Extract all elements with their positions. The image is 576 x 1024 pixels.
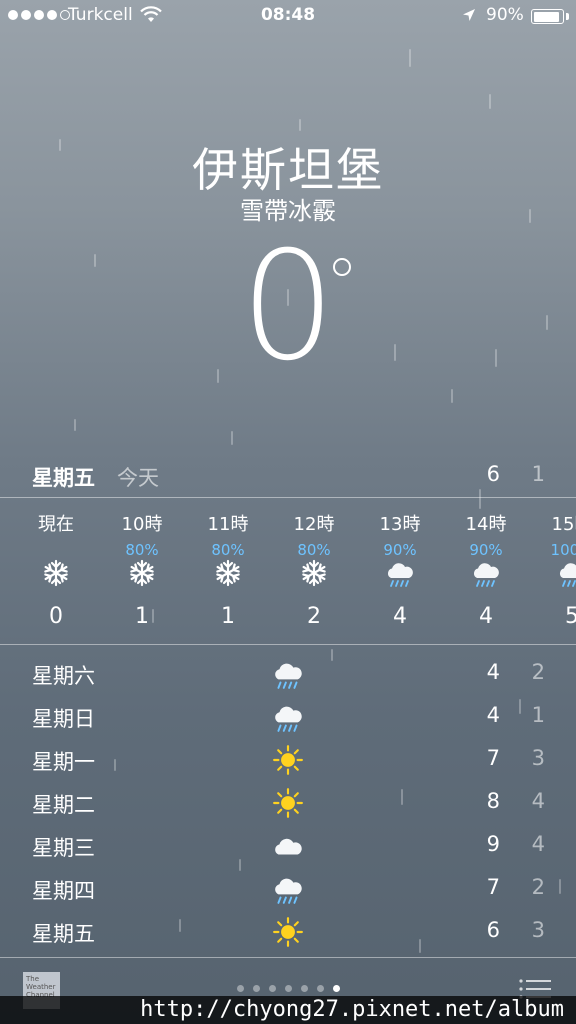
day-name: 星期日 — [32, 707, 95, 731]
day-name: 星期三 — [32, 836, 95, 860]
day-row: 星期日 4 1 — [0, 697, 576, 735]
rain-cloud-icon — [275, 663, 302, 689]
snowflake-icon — [130, 559, 154, 587]
today-row: 星期五 今天 6 1 — [0, 462, 576, 494]
page-dot[interactable] — [316, 985, 324, 992]
current-temperature: 0 — [240, 220, 336, 394]
day-low: 4 — [531, 789, 545, 813]
rain-cloud-icon — [387, 563, 413, 587]
today-low: 1 — [531, 462, 545, 486]
hour-temp: 0 — [49, 604, 63, 629]
battery-percent: 90% — [486, 5, 524, 25]
rain-cloud-icon — [275, 706, 302, 732]
cloud-icon — [275, 838, 302, 855]
page-dot[interactable] — [236, 985, 244, 992]
precip-chance: 80% — [297, 541, 331, 559]
sun-icon — [273, 917, 303, 947]
day-row: 星期六 4 2 — [0, 654, 576, 692]
watermark: http://chyong27.pixnet.net/album — [0, 996, 576, 1024]
hour-temp: 2 — [307, 604, 321, 629]
hour-time: 現在 — [38, 514, 74, 535]
hour-time: 12時 — [293, 514, 335, 535]
snowflake-icon — [216, 559, 240, 587]
today-day: 星期五 — [32, 466, 95, 490]
day-high: 4 — [486, 660, 500, 684]
sun-icon — [273, 788, 303, 818]
hour-time: 13時 — [379, 514, 421, 535]
rain-cloud-icon — [473, 563, 499, 587]
hour-time: 11時 — [207, 514, 249, 535]
snowflake-icon — [302, 559, 326, 587]
degree-symbol — [333, 258, 351, 276]
hour-temp: 1 — [221, 604, 235, 629]
day-high: 9 — [486, 832, 500, 856]
day-high: 8 — [486, 789, 500, 813]
page-dot[interactable] — [284, 985, 292, 992]
hour-temp: 4 — [393, 604, 407, 629]
day-high: 4 — [486, 703, 500, 727]
sun-icon — [273, 745, 303, 775]
precip-chance: 80% — [125, 541, 159, 559]
status-bar: Turkcell 08:48 90% — [0, 0, 576, 32]
day-row: 星期四 7 2 — [0, 869, 576, 907]
day-low: 1 — [531, 703, 545, 727]
hour-time: 14時 — [465, 514, 507, 535]
hour-item: 15時 100% 5 — [532, 508, 576, 638]
hour-temp: 4 — [479, 604, 493, 629]
page-dot[interactable] — [332, 985, 340, 992]
day-row: 星期三 9 4 — [0, 826, 576, 864]
day-low: 3 — [531, 746, 545, 770]
precip-chance: 90% — [383, 541, 417, 559]
hour-item: 現在 0 — [16, 508, 96, 638]
day-row: 星期二 8 4 — [0, 783, 576, 821]
hour-temp: 5 — [565, 604, 576, 629]
divider — [0, 497, 576, 498]
page-dot[interactable] — [268, 985, 276, 992]
day-low: 2 — [531, 660, 545, 684]
rain-cloud-icon — [275, 878, 302, 904]
today-high: 6 — [486, 462, 500, 486]
day-name: 星期二 — [32, 793, 95, 817]
hour-temp: 1 — [135, 604, 149, 629]
precip-chance: 80% — [211, 541, 245, 559]
hour-item: 12時 80% 2 — [274, 508, 354, 638]
day-low: 3 — [531, 918, 545, 942]
page-dot[interactable] — [252, 985, 260, 992]
day-row: 星期一 7 3 — [0, 740, 576, 778]
day-row: 星期五 6 3 — [0, 912, 576, 950]
hour-time: 15時 — [551, 514, 576, 535]
day-high: 7 — [486, 875, 500, 899]
page-indicator[interactable] — [0, 985, 576, 992]
day-name: 星期一 — [32, 750, 95, 774]
page-dot[interactable] — [300, 985, 308, 992]
hour-item: 13時 90% 4 — [360, 508, 440, 638]
day-name: 星期四 — [32, 879, 95, 903]
day-high: 7 — [486, 746, 500, 770]
day-low: 4 — [531, 832, 545, 856]
location-arrow-icon — [463, 9, 475, 21]
divider — [0, 957, 576, 958]
day-low: 2 — [531, 875, 545, 899]
rain-cloud-icon — [559, 563, 576, 587]
precip-chance: 100% — [550, 541, 576, 559]
hour-time: 10時 — [121, 514, 163, 535]
hourly-forecast[interactable]: 現在 0 10時 80% 1 11時 80% 1 12時 80% 2 13時 9… — [0, 508, 576, 638]
day-name: 星期六 — [32, 664, 95, 688]
snowflake-icon — [44, 559, 68, 587]
divider — [0, 644, 576, 645]
day-high: 6 — [486, 918, 500, 942]
today-label: 今天 — [117, 466, 159, 490]
battery-icon — [531, 9, 564, 24]
day-name: 星期五 — [32, 922, 95, 946]
hour-item: 11時 80% 1 — [188, 508, 268, 638]
precip-chance: 90% — [469, 541, 503, 559]
hour-item: 10時 80% 1 — [102, 508, 182, 638]
hour-item: 14時 90% 4 — [446, 508, 526, 638]
